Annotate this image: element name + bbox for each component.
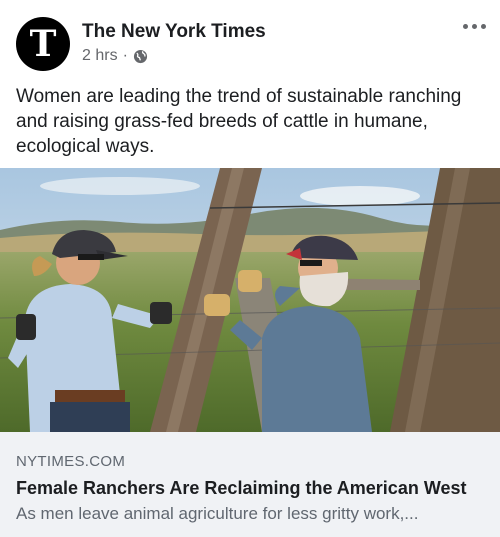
link-domain: NYTIMES.COM bbox=[16, 453, 126, 470]
link-description: As men leave animal agriculture for less… bbox=[16, 504, 419, 523]
post-timestamp[interactable]: 2 hrs bbox=[82, 47, 118, 65]
post-meta: 2 hrs · bbox=[82, 47, 148, 65]
page-name-link[interactable]: The New York Times bbox=[82, 21, 266, 43]
post-text: Women are leading the trend of sustainab… bbox=[16, 86, 462, 157]
post-header: T The New York Times 2 hrs · bbox=[0, 0, 500, 78]
link-title[interactable]: Female Ranchers Are Reclaiming the Ameri… bbox=[16, 478, 496, 499]
meta-separator: · bbox=[122, 47, 128, 64]
post-photo[interactable] bbox=[0, 168, 500, 432]
link-preview[interactable]: NYTIMES.COM Female Ranchers Are Reclaimi… bbox=[0, 432, 500, 537]
page-avatar[interactable]: T bbox=[16, 17, 70, 71]
more-options-icon[interactable] bbox=[463, 24, 486, 29]
ranchers-photo bbox=[0, 168, 500, 432]
globe-icon[interactable] bbox=[133, 49, 148, 64]
